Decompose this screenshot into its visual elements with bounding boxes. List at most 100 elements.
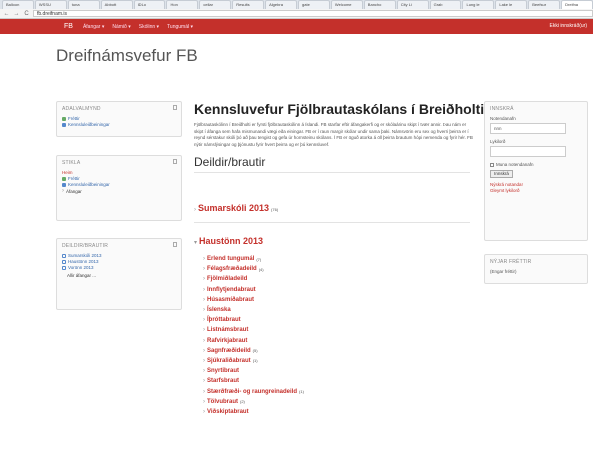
subcategory-item[interactable]: › Sagnfræðideild (5) — [203, 346, 463, 356]
subcategory-item[interactable]: › Sjúkraliðabraut (1) — [203, 356, 463, 366]
news-block: NÝJAR FRÉTTIR (Engar fréttir) — [484, 254, 588, 284]
nav-item-news[interactable]: Fréttir — [62, 176, 181, 181]
forgot-password-link[interactable]: Gleymt lykilorð — [490, 188, 587, 194]
admin-item-guide[interactable]: Kennsluleiðbeiningar — [62, 122, 181, 127]
subcategory-label: Stærðfræði- og raungreinadeild — [207, 388, 298, 395]
block-toggle-icon[interactable] — [173, 105, 177, 110]
block-toggle-icon[interactable] — [173, 159, 177, 164]
browser-tab[interactable]: Abbott — [100, 0, 133, 9]
collapsed-arrow-icon: › — [203, 337, 205, 344]
browser-tab[interactable]: Bancho — [363, 0, 396, 9]
password-label: Lykilorð — [490, 139, 506, 144]
all-courses-link[interactable]: Allir áfangar ... — [67, 273, 181, 278]
forward-arrow-icon[interactable]: → — [13, 11, 20, 17]
category-label: Haustönn 2013 — [68, 259, 99, 264]
subcategory-item[interactable]: › Snyrtibraut — [203, 366, 463, 376]
nav-item-label: Heim — [62, 170, 73, 175]
browser-tab[interactable]: City Li — [396, 0, 429, 9]
expanded-arrow-icon: ▾ — [194, 240, 198, 246]
menu-afangar[interactable]: Áfangar ▾ — [83, 24, 104, 30]
all-courses-label: Allir áfangar ... — [67, 273, 97, 278]
subcategory-item[interactable]: › Starfsbraut — [203, 376, 463, 386]
browser-tab[interactable]: Balloon — [2, 0, 34, 9]
nav-item-courses[interactable]: › Áfangar — [62, 188, 181, 194]
admin-item-news[interactable]: Fréttir — [62, 116, 181, 121]
subcategory-item[interactable]: › Stærðfræði- og raungreinadeild (1) — [203, 386, 463, 396]
subcategory-item[interactable]: › Fjölmiðladeild — [203, 274, 463, 284]
site-navbar: FB Áfangar ▾ Námið ▾ Skólinn ▾ Tungumál … — [0, 19, 593, 34]
subcategory-label: Sagnfræðideild — [207, 347, 251, 354]
subcategory-list: › Erlend tungumál (7) › Félagsfræðadeild (4)… — [203, 254, 463, 417]
browser-tab[interactable]: cellar — [199, 0, 232, 9]
subcategory-item[interactable]: › Tölvubraut (2) — [203, 397, 463, 407]
block-title: INNSKRÁ — [490, 106, 514, 112]
url-field[interactable]: fb.dreifnam.is — [33, 10, 593, 17]
category-item[interactable]: Haustönn 2013 — [62, 259, 181, 264]
collapsed-arrow-icon: › — [203, 388, 205, 395]
browser-tab[interactable]: tuna — [67, 0, 100, 9]
subcategory-label: Snyrtibraut — [207, 368, 240, 375]
section-title: Deildir/brautir — [194, 155, 266, 169]
collapsed-arrow-icon: › — [203, 408, 205, 415]
subcategory-item[interactable]: › Húsasmíðabraut — [203, 295, 463, 305]
reload-icon[interactable]: C — [23, 11, 30, 17]
collapsed-arrow-icon: › — [203, 378, 205, 385]
subcategory-item[interactable]: › Erlend tungumál (7) — [203, 254, 463, 264]
block-toggle-icon[interactable] — [173, 242, 177, 247]
subcategory-count: (4) — [258, 266, 264, 272]
menu-skolinn[interactable]: Skólinn ▾ — [139, 24, 159, 30]
browser-tab[interactable]: WSSU — [34, 0, 67, 9]
category-item[interactable]: Sumarskóli 2013 — [62, 253, 181, 258]
subcategory-item[interactable]: › Viðskiptabraut — [203, 407, 463, 417]
subcategory-label: Íslenska — [207, 307, 231, 314]
subcategory-label: Erlend tungumál — [207, 256, 255, 263]
intro-text: Fjölbrautaskólinn í Breiðholti er fyrsti… — [194, 122, 473, 147]
back-arrow-icon[interactable]: ← — [3, 11, 10, 17]
category-summer-link[interactable]: › Sumarskóli 2013 (76) — [194, 203, 278, 213]
browser-tab[interactable]: Lung le — [462, 0, 495, 9]
subcategory-count: (2) — [240, 399, 245, 405]
subcategory-item[interactable]: › Rafvirkjabraut — [203, 336, 463, 346]
collapsed-arrow-icon: › — [203, 296, 205, 303]
block-title: STIKLA — [62, 160, 81, 166]
login-button[interactable]: Innskrá — [490, 170, 513, 178]
browser-tab[interactable]: Results — [232, 0, 265, 9]
nav-item-home[interactable]: Heim — [62, 170, 181, 175]
forum-icon — [62, 116, 66, 121]
subcategory-item[interactable]: › Íslenska — [203, 305, 463, 315]
collapsed-arrow-icon: › — [203, 327, 205, 334]
site-brand-link[interactable]: FB — [64, 23, 73, 30]
browser-tab[interactable]: Hon — [166, 0, 199, 9]
subcategory-item[interactable]: › Félagsfræðadeild (4) — [203, 264, 463, 274]
page-icon — [62, 122, 66, 127]
forum-icon — [62, 176, 66, 181]
menu-tungumal[interactable]: Tungumál ▾ — [167, 24, 193, 30]
browser-tab[interactable]: Lake le — [495, 0, 528, 9]
category-item[interactable]: Vorönn 2013 — [62, 265, 181, 270]
remember-checkbox[interactable] — [490, 162, 494, 167]
subcategory-item[interactable]: › Listnámsbraut — [203, 325, 463, 335]
browser-tab[interactable]: IDLo — [133, 0, 166, 9]
block-title: DEILDIR/BRAUTIR — [62, 243, 109, 249]
browser-tab[interactable]: Grab — [429, 0, 462, 9]
subcategory-item[interactable]: › Innflytjendabraut — [203, 285, 463, 295]
menu-namid[interactable]: Námið ▾ — [112, 24, 130, 30]
subcategory-label: Listnámsbraut — [207, 327, 249, 334]
password-input[interactable] — [490, 146, 566, 157]
subcategory-item[interactable]: › Íþróttabraut — [203, 315, 463, 325]
category-autumn-link[interactable]: ▾ Haustönn 2013 — [194, 236, 263, 246]
category-label: Sumarskóli 2013 — [68, 253, 102, 258]
subcategory-count: (1) — [252, 358, 258, 364]
subcategory-count: (5) — [252, 348, 258, 354]
news-empty-text: (Engar fréttir) — [490, 269, 517, 274]
browser-tab[interactable]: Algebra — [265, 0, 298, 9]
username-input[interactable]: nnn — [490, 123, 566, 134]
login-status-link[interactable]: Ekki innskráð(ur) — [549, 23, 587, 29]
nav-item-guide[interactable]: Kennsluleiðbeiningar — [62, 182, 181, 187]
browser-tab[interactable]: gate — [298, 0, 330, 9]
browser-tab-active[interactable]: Dreifna — [561, 0, 593, 9]
subcategory-label: Húsasmíðabraut — [207, 296, 255, 303]
browser-tab[interactable]: Beefsur — [528, 0, 561, 9]
browser-tab[interactable]: Welcome — [330, 0, 363, 9]
admin-item-label: Kennsluleiðbeiningar — [68, 122, 110, 127]
